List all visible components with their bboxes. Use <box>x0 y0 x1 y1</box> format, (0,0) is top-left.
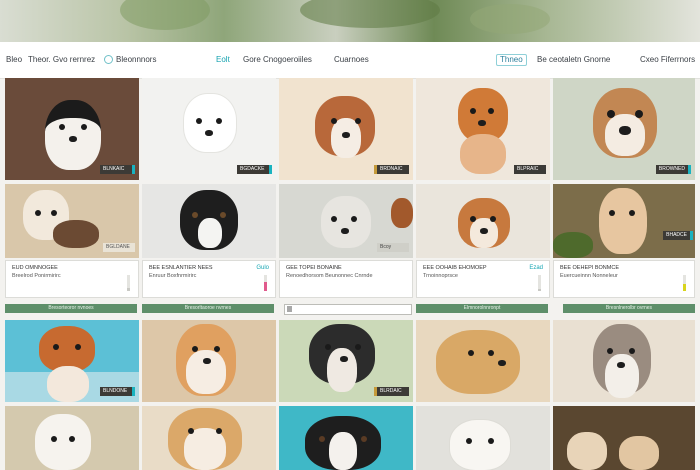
dog-photo-tile[interactable]: BGLDANE <box>5 184 139 258</box>
card-tag: Ezad <box>529 265 543 271</box>
breed-badge: BLRDAIC <box>374 387 409 396</box>
dog-photo-tile[interactable]: BROWNED <box>553 78 695 180</box>
dog-photo-tile[interactable]: BGDACKE <box>142 78 276 180</box>
details-button[interactable]: Elmnorolnnronpt <box>416 304 548 313</box>
level-fill <box>538 289 541 291</box>
card-subtitle: Euercueinnn Nonneleur <box>560 273 618 279</box>
nav-item[interactable]: Gore Cnogoeroiiles <box>243 55 312 65</box>
dog-photo-tile[interactable]: BLRDAIC <box>279 320 413 402</box>
details-button[interactable]: Bresorltaoroe nvrnes <box>142 304 274 313</box>
dog-photo-tile[interactable] <box>142 320 276 402</box>
card-subtitle: Enruur Boxfnrmirirc <box>149 273 197 279</box>
card-title: GEE TOPEI BONAINE <box>286 265 342 271</box>
dog-photo-tile[interactable] <box>142 184 276 258</box>
breed-badge: BROWNED <box>655 165 691 174</box>
level-bar <box>683 275 686 291</box>
nav-item[interactable]: Cuarnoes <box>334 55 369 65</box>
card-title: EUD OMNNOGEE <box>12 265 58 271</box>
dog-photo-tile[interactable] <box>553 406 695 470</box>
info-card[interactable]: GEE TOPEI BONAINE Renoedhorsom Beunonnec… <box>279 260 413 298</box>
dog-photo-tile[interactable]: Bcoy <box>279 184 413 258</box>
dog-photo-tile[interactable] <box>142 406 276 470</box>
details-button[interactable]: Bresorteoror nvnoes <box>5 304 137 313</box>
breed-badge: Bcoy <box>377 243 409 252</box>
card-subtitle: Breelrod Ponirmirirc <box>12 273 61 279</box>
level-fill <box>127 288 130 291</box>
nav-item[interactable]: Be ceotaletn Gnorne <box>537 55 610 65</box>
dog-photo-tile[interactable] <box>5 406 139 470</box>
level-bar <box>264 275 267 291</box>
breed-badge: BGLDANE <box>103 243 135 252</box>
nav-item[interactable]: Cxeo Fiferrnors <box>640 55 695 65</box>
card-title: EEE OOHAIB EHOMOEP <box>423 265 487 271</box>
card-title: BEE ESNLANTIER NEES <box>149 265 213 271</box>
nav-item[interactable]: Bleonnnors <box>104 55 156 65</box>
breed-badge: BLPRAIC <box>514 165 546 174</box>
dog-photo-tile[interactable]: BRDNAIC <box>279 78 413 180</box>
search-field[interactable] <box>284 304 412 315</box>
breed-badge: BRDNAIC <box>374 165 409 174</box>
breed-badge: BLNKAIC <box>100 165 135 174</box>
dog-photo-tile[interactable] <box>416 406 550 470</box>
dog-photo-tile[interactable]: BLNDONE <box>5 320 139 402</box>
dog-photo-tile[interactable] <box>279 406 413 470</box>
breed-badge: BLNDONE <box>100 387 135 396</box>
card-subtitle: Renoedhorsom Beunonnec Cnrnde <box>286 273 373 279</box>
dog-photo-tile[interactable]: BLNKAIC <box>5 78 139 180</box>
hero-banner <box>0 0 700 42</box>
info-card[interactable]: BEE OEHEPI BONMCE Euercueinnn Nonneleur <box>553 260 695 298</box>
info-card[interactable]: EEE OOHAIB EHOMOEP Trnoinnoprsce Ezad <box>416 260 550 298</box>
card-title: BEE OEHEPI BONMCE <box>560 265 619 271</box>
dog-photo-tile[interactable]: BLPRAIC <box>416 78 550 180</box>
cursor-icon <box>287 306 292 312</box>
nav-item[interactable]: Bleo <box>6 55 22 65</box>
dog-photo-tile[interactable] <box>416 320 550 402</box>
dog-photo-tile[interactable]: BHADCE <box>553 184 695 258</box>
dog-photo-tile[interactable] <box>416 184 550 258</box>
circle-icon <box>104 55 113 65</box>
level-bar <box>538 275 541 291</box>
nav-item[interactable]: Thneo <box>496 54 527 66</box>
level-bar <box>127 275 130 291</box>
level-fill <box>683 284 686 291</box>
breed-badge: BGDACKE <box>237 165 272 174</box>
level-fill <box>264 282 267 291</box>
card-subtitle: Trnoinnoprsce <box>423 273 458 279</box>
info-card[interactable]: BEE ESNLANTIER NEES Enruur Boxfnrmirirc … <box>142 260 276 298</box>
dog-photo-tile[interactable] <box>553 320 695 402</box>
details-button[interactable]: Bresnlnerolbr ovrnes <box>563 304 695 313</box>
info-card[interactable]: EUD OMNNOGEE Breelrod Ponirmirirc <box>5 260 139 298</box>
top-nav: Bleo Theor. Gvo rernrez Bleonnnors Eolt … <box>0 42 700 79</box>
nav-item[interactable]: Eolt <box>216 55 230 65</box>
nav-item[interactable]: Theor. Gvo rernrez <box>28 55 95 65</box>
dog-gallery: BLNKAIC BGDACKE BRDNAIC BLPRAIC BROWNED … <box>5 78 695 470</box>
card-tag: Gulo <box>256 265 269 271</box>
breed-badge: BHADCE <box>663 231 693 240</box>
